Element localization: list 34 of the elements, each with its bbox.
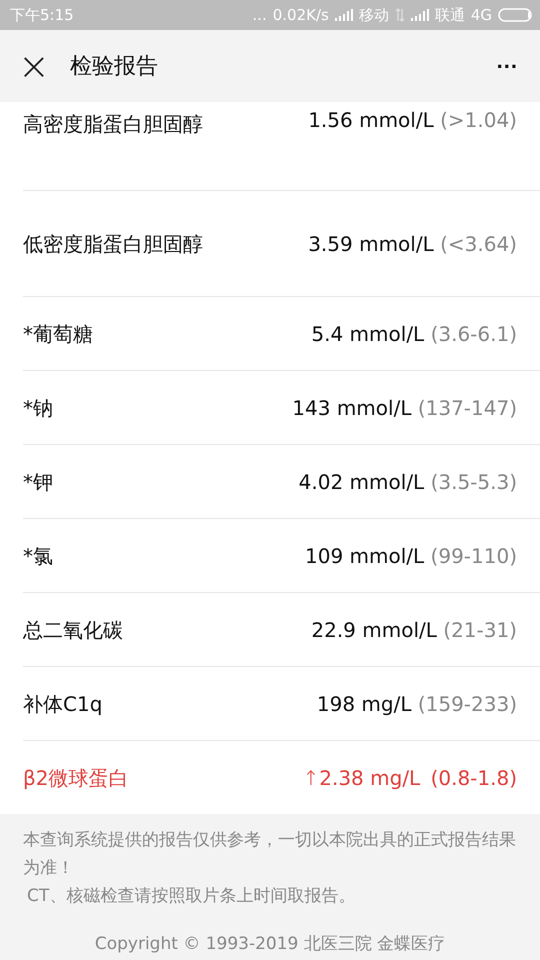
battery-icon: [498, 8, 534, 22]
test-result: 5.4 mmol/L (3.6-6.1): [311, 322, 517, 346]
test-result: 22.9 mmol/L (21-31): [311, 618, 517, 642]
data-arrows-icon: [394, 8, 405, 22]
signal-icon: [410, 9, 429, 21]
test-name: 低密度脂蛋白胆固醇: [23, 230, 203, 258]
test-result: 4.02 mmol/L (3.5-5.3): [298, 470, 517, 494]
network-type: 4G: [470, 6, 492, 24]
test-name: 总二氧化碳: [23, 616, 124, 644]
test-name: *氯: [23, 542, 54, 570]
signal-icon: [334, 9, 353, 21]
test-name: *葡萄糖: [23, 320, 94, 348]
test-result: 198 mg/L (159-233): [316, 692, 517, 716]
test-result: 109 mmol/L (99-110): [305, 544, 517, 568]
carrier-name: 移动: [358, 6, 389, 24]
test-result: ↑2.38 mg/L (0.8-1.8): [302, 766, 517, 790]
more-button[interactable]: ...: [490, 48, 524, 84]
test-result: 1.56 mmol/L (>1.04): [308, 108, 517, 132]
test-result: 3.59 mmol/L (<3.64): [308, 232, 517, 256]
copyright-text: Copyright © 1993-2019 北医三院 金蝶医疗: [94, 933, 446, 955]
page-title: 检验报告: [70, 53, 159, 81]
network-speed: 0.02K/s: [272, 6, 329, 24]
status-time: 下午5:15: [10, 6, 74, 24]
carrier-name: 联通: [434, 6, 465, 24]
test-name: β2微球蛋白: [23, 764, 130, 792]
close-button[interactable]: ×: [14, 47, 54, 85]
test-name: 补体C1q: [23, 690, 104, 718]
status-dots: ...: [252, 6, 267, 24]
test-name: *钠: [23, 394, 54, 422]
notice-text: 本查询系统提供的报告仅供参考，一切以本院出具的正式报告结果为准！: [23, 829, 517, 880]
notice-text: CT、核磁检查请按照取片条上时间取报告。: [26, 885, 356, 908]
test-result: 143 mmol/L (137-147): [292, 396, 517, 420]
test-name: 高密度脂蛋白胆固醇: [23, 111, 203, 138]
test-name: *钾: [23, 468, 54, 496]
